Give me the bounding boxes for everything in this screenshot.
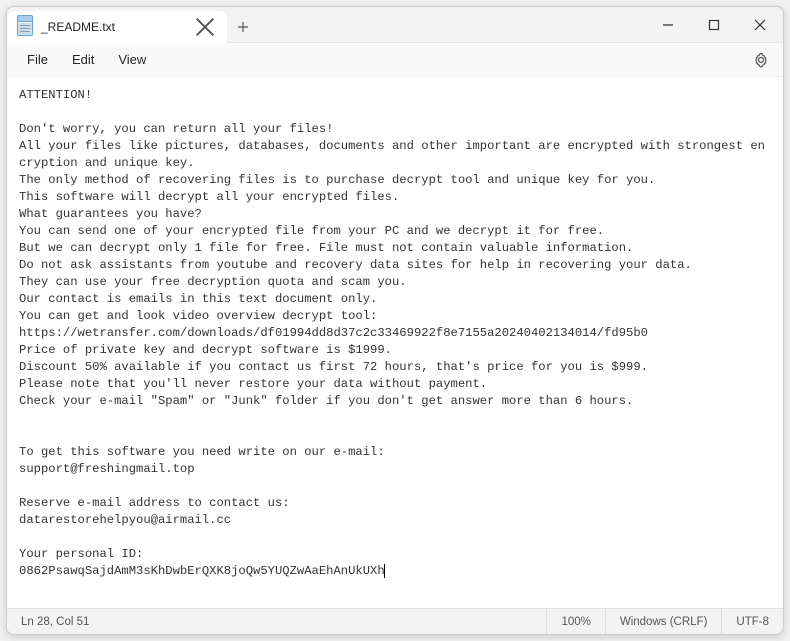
notepad-window: _README.txt File Edit View bbox=[6, 6, 784, 635]
status-lineending: Windows (CRLF) bbox=[605, 609, 722, 634]
statusbar: Ln 28, Col 51 100% Windows (CRLF) UTF-8 bbox=[7, 608, 783, 634]
status-zoom[interactable]: 100% bbox=[546, 609, 604, 634]
status-encoding: UTF-8 bbox=[721, 609, 783, 634]
document-text: ATTENTION! Don't worry, you can return a… bbox=[19, 88, 765, 578]
minimize-button[interactable] bbox=[645, 7, 691, 42]
maximize-icon bbox=[708, 19, 720, 31]
tab-title: _README.txt bbox=[41, 20, 195, 34]
minimize-icon bbox=[662, 19, 674, 31]
status-position: Ln 28, Col 51 bbox=[7, 609, 103, 634]
menu-view[interactable]: View bbox=[106, 48, 158, 71]
new-tab-button[interactable] bbox=[227, 11, 259, 42]
menu-edit[interactable]: Edit bbox=[60, 48, 106, 71]
file-tab[interactable]: _README.txt bbox=[7, 11, 227, 43]
close-icon bbox=[754, 19, 766, 31]
close-icon bbox=[195, 17, 215, 37]
notepad-icon bbox=[17, 18, 33, 36]
titlebar: _README.txt bbox=[7, 7, 783, 43]
menu-file[interactable]: File bbox=[15, 48, 60, 71]
titlebar-drag-area[interactable] bbox=[259, 7, 645, 42]
menubar: File Edit View bbox=[7, 43, 783, 77]
plus-icon bbox=[237, 21, 249, 33]
settings-button[interactable] bbox=[747, 46, 775, 74]
close-tab-button[interactable] bbox=[195, 17, 215, 37]
close-window-button[interactable] bbox=[737, 7, 783, 42]
maximize-button[interactable] bbox=[691, 7, 737, 42]
text-editor[interactable]: ATTENTION! Don't worry, you can return a… bbox=[7, 77, 783, 608]
gear-icon bbox=[753, 52, 769, 68]
window-controls bbox=[645, 7, 783, 42]
text-caret bbox=[384, 564, 385, 578]
